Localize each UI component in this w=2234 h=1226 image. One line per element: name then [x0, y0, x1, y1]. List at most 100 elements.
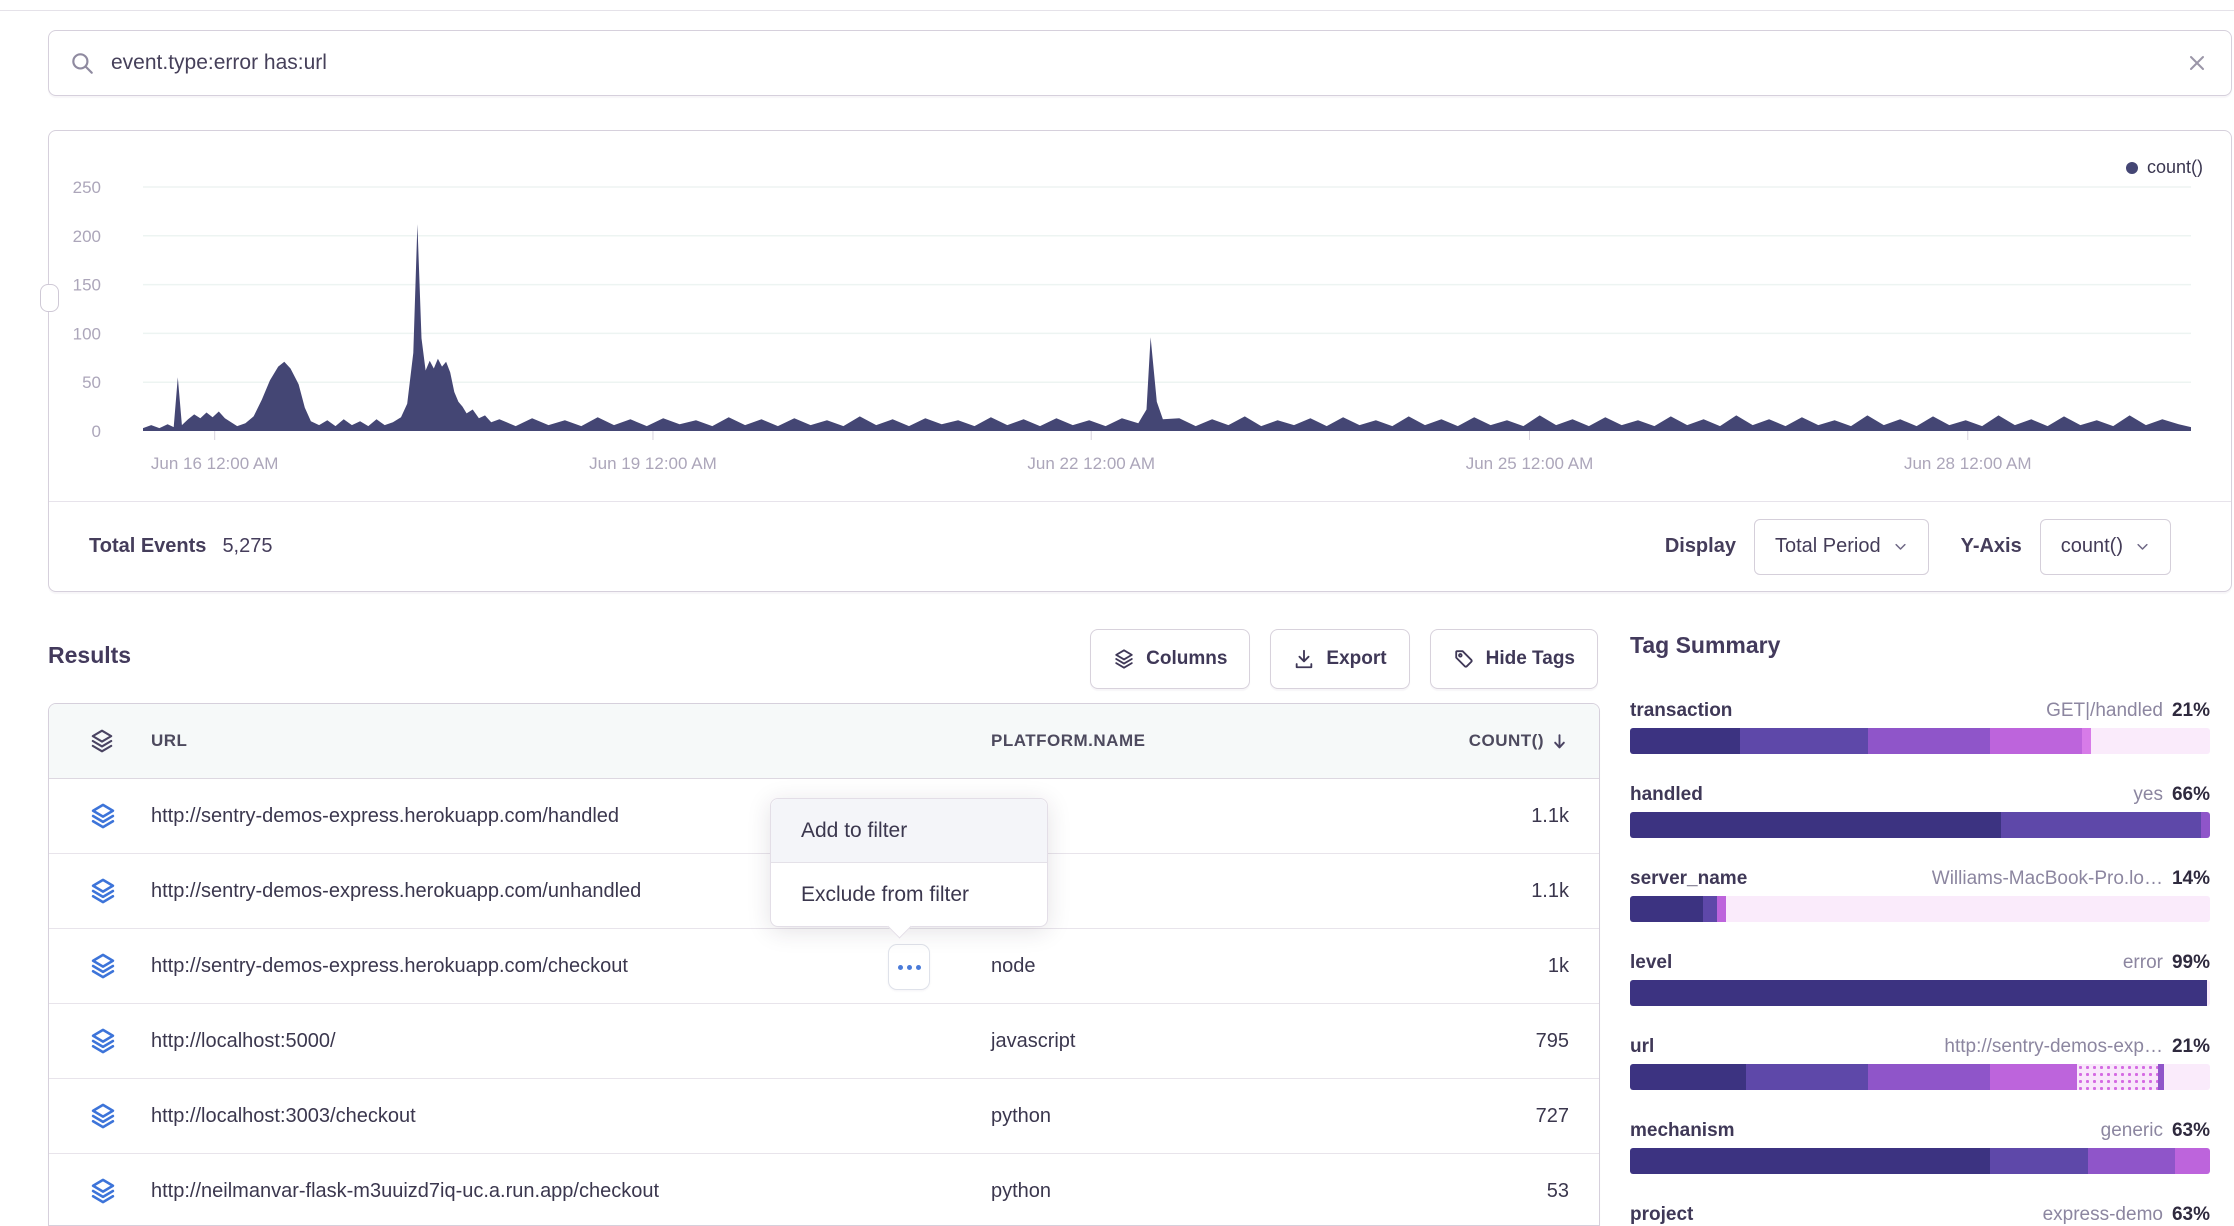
count-header-label: COUNT()	[1469, 731, 1544, 751]
tag-top-percent: 99%	[2172, 952, 2210, 974]
tag-row-mechanism: mechanism generic 63%	[1630, 1120, 2210, 1200]
svg-text:200: 200	[73, 227, 101, 246]
url-cell[interactable]: http://sentry-demos-express.herokuapp.co…	[151, 929, 628, 1003]
stack-icon	[1113, 648, 1135, 670]
bar-segment[interactable]	[1630, 980, 2207, 1006]
tag-top-value: error	[2123, 952, 2163, 974]
yaxis-select[interactable]: count()	[2040, 519, 2171, 575]
tag-distribution-bar[interactable]	[1630, 980, 2210, 1006]
bar-segment[interactable]	[1746, 1064, 1868, 1090]
display-label: Display	[1665, 535, 1736, 558]
tag-distribution-bar[interactable]	[1630, 896, 2210, 922]
bar-segment[interactable]	[2207, 980, 2210, 1006]
tag-icon	[1453, 648, 1475, 670]
chart-footer: Total Events 5,275 Display Total Period …	[49, 501, 2231, 591]
url-cell[interactable]: http://sentry-demos-express.herokuapp.co…	[151, 779, 619, 853]
tag-row-project: project express-demo 63%	[1630, 1204, 2210, 1224]
url-cell[interactable]: http://localhost:5000/	[151, 1004, 336, 1078]
export-button[interactable]: Export	[1270, 629, 1409, 689]
bar-segment[interactable]	[2164, 1064, 2210, 1090]
download-icon	[1293, 648, 1315, 670]
count-cell[interactable]: 1.1k	[1531, 779, 1569, 853]
bar-segment[interactable]	[1630, 1148, 1990, 1174]
table-row[interactable]: http://localhost:5000/ javascript 795	[49, 1004, 1599, 1079]
stack-icon	[89, 1176, 117, 1206]
menu-item-add-to-filter[interactable]: Add to filter	[771, 799, 1047, 863]
bar-segment[interactable]	[2077, 1064, 2158, 1090]
platform-cell[interactable]: python	[991, 1154, 1051, 1226]
svg-text:50: 50	[82, 373, 101, 392]
count-cell[interactable]: 795	[1536, 1004, 1569, 1078]
count-cell[interactable]: 53	[1547, 1154, 1569, 1226]
chart-legend[interactable]: count()	[2126, 157, 2203, 178]
stack-icon[interactable]	[89, 704, 115, 778]
platform-cell[interactable]: javascript	[991, 1004, 1075, 1078]
bar-segment[interactable]	[1630, 1064, 1746, 1090]
tag-distribution-bar[interactable]	[1630, 728, 2210, 754]
bar-segment[interactable]	[1868, 1064, 1990, 1090]
url-cell[interactable]: http://neilmanvar-flask-m3uuizd7iq-uc.a.…	[151, 1154, 659, 1226]
count-cell[interactable]: 1k	[1548, 929, 1569, 1003]
bar-segment[interactable]	[1630, 812, 2001, 838]
tag-summary-panel: Tag Summary transaction GET|/handled 21%…	[1630, 632, 2210, 1224]
column-header-count[interactable]: COUNT()	[1469, 704, 1569, 778]
search-input[interactable]	[109, 50, 2185, 76]
bar-segment[interactable]	[1717, 896, 1726, 922]
bar-segment[interactable]	[1726, 896, 2210, 922]
table-row[interactable]: http://neilmanvar-flask-m3uuizd7iq-uc.a.…	[49, 1154, 1599, 1226]
events-area-chart[interactable]: 050100150200250Jun 16 12:00 AMJun 19 12:…	[49, 131, 2231, 491]
menu-item-exclude-from-filter[interactable]: Exclude from filter	[771, 863, 1047, 926]
bar-segment[interactable]	[1990, 1148, 2089, 1174]
bar-segment[interactable]	[1630, 728, 1740, 754]
bar-segment[interactable]	[1703, 896, 1718, 922]
tag-name: project	[1630, 1204, 1693, 1224]
bar-segment[interactable]	[1630, 896, 1703, 922]
table-row[interactable]: http://sentry-demos-express.herokuapp.co…	[49, 929, 1599, 1004]
table-header-row: URL PLATFORM.NAME COUNT()	[49, 704, 1599, 779]
panel-grab-handle[interactable]	[40, 284, 59, 312]
count-cell[interactable]: 1.1k	[1531, 854, 1569, 928]
bar-segment[interactable]	[1990, 1064, 2077, 1090]
bar-segment[interactable]	[2091, 728, 2210, 754]
bar-segment[interactable]	[2201, 812, 2210, 838]
chevron-down-icon	[1893, 539, 1908, 554]
url-cell[interactable]: http://sentry-demos-express.herokuapp.co…	[151, 854, 641, 928]
hide-tags-button[interactable]: Hide Tags	[1430, 629, 1598, 689]
count-cell[interactable]: 727	[1536, 1079, 1569, 1153]
yaxis-label: Y-Axis	[1961, 535, 2022, 558]
bar-segment[interactable]	[1868, 728, 1990, 754]
bar-segment[interactable]	[2175, 1148, 2210, 1174]
tag-distribution-bar[interactable]	[1630, 1064, 2210, 1090]
bar-segment[interactable]	[2082, 728, 2091, 754]
column-header-url[interactable]: URL	[151, 704, 187, 778]
platform-cell[interactable]: node	[991, 929, 1036, 1003]
platform-cell[interactable]: python	[991, 1079, 1051, 1153]
stack-icon	[89, 801, 117, 831]
bar-segment[interactable]	[2001, 812, 2201, 838]
columns-button[interactable]: Columns	[1090, 629, 1250, 689]
tag-distribution-bar[interactable]	[1630, 1148, 2210, 1174]
results-table: URL PLATFORM.NAME COUNT() http://sentry-…	[48, 703, 1600, 1226]
svg-text:100: 100	[73, 324, 101, 343]
tag-top-percent: 14%	[2172, 868, 2210, 890]
cell-actions-button[interactable]	[888, 944, 930, 990]
stack-icon	[89, 876, 117, 906]
tag-name: handled	[1630, 784, 1703, 806]
stack-icon	[89, 951, 117, 981]
tag-distribution-bar[interactable]	[1630, 812, 2210, 838]
display-select[interactable]: Total Period	[1754, 519, 1929, 575]
svg-text:Jun 28 12:00 AM: Jun 28 12:00 AM	[1904, 454, 2032, 473]
tag-name: mechanism	[1630, 1120, 1735, 1142]
svg-text:250: 250	[73, 178, 101, 197]
bar-segment[interactable]	[1740, 728, 1868, 754]
close-icon[interactable]	[2185, 51, 2209, 75]
table-row[interactable]: http://localhost:3003/checkout python 72…	[49, 1079, 1599, 1154]
tag-name: level	[1630, 952, 1672, 974]
results-toolbar: Columns Export Hide Tags	[1064, 629, 1598, 687]
url-cell[interactable]: http://localhost:3003/checkout	[151, 1079, 416, 1153]
column-header-platform[interactable]: PLATFORM.NAME	[991, 704, 1145, 778]
svg-text:150: 150	[73, 276, 101, 295]
bar-segment[interactable]	[2088, 1148, 2175, 1174]
svg-text:Jun 22 12:00 AM: Jun 22 12:00 AM	[1027, 454, 1155, 473]
bar-segment[interactable]	[1990, 728, 2083, 754]
